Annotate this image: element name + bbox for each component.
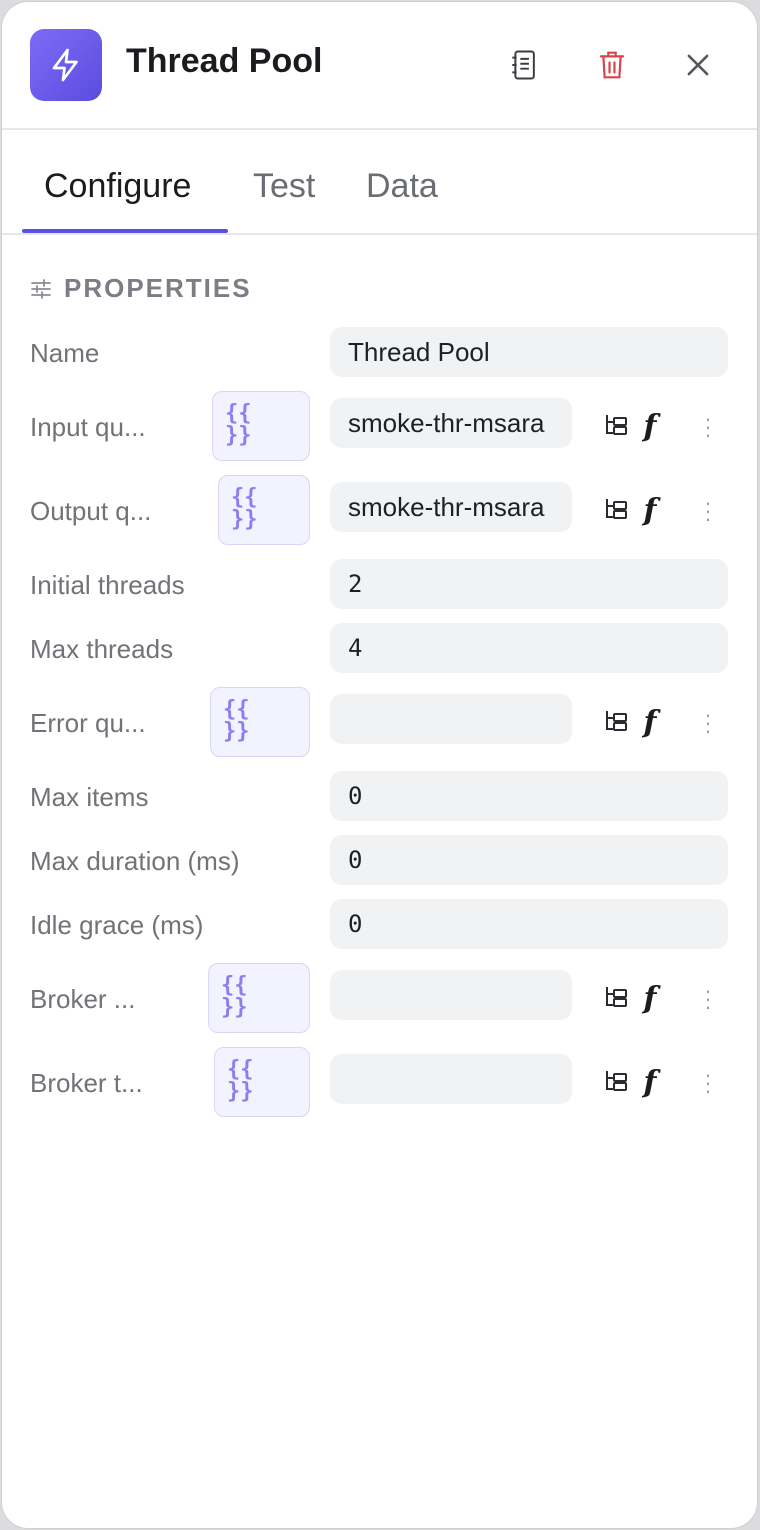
lightning-icon <box>30 29 102 101</box>
name-label: Name <box>30 338 100 368</box>
panel-title: Thread Pool <box>126 42 323 80</box>
notebook-icon <box>512 50 535 80</box>
more-options-icon[interactable]: · · · <box>696 1064 720 1102</box>
tree-select-icon[interactable] <box>602 410 632 440</box>
tab-bar: Configure Test Data <box>2 129 757 235</box>
properties-section-header: PROPERTIES <box>30 273 252 304</box>
error-queue-expression-toggle[interactable]: {{ }} <box>210 687 310 757</box>
tab-configure[interactable]: Configure <box>44 167 191 206</box>
active-tab-indicator <box>22 229 228 233</box>
name-field[interactable]: Thread Pool <box>330 327 728 377</box>
more-options-icon[interactable]: · · · <box>696 408 720 446</box>
error-queue-field[interactable] <box>330 694 572 744</box>
close-icon <box>687 54 709 76</box>
output-queue-label: Output q... <box>30 496 152 526</box>
broker-expression-toggle[interactable]: {{ }} <box>208 963 310 1033</box>
output-queue-field[interactable]: smoke-thr-msara <box>330 482 572 532</box>
max-items-field[interactable]: 0 <box>330 771 728 821</box>
more-options-icon[interactable]: · · · <box>696 980 720 1018</box>
initial-threads-label: Initial threads <box>30 570 185 600</box>
panel-header: Thread Pool <box>2 2 757 130</box>
broker-field[interactable] <box>330 970 572 1020</box>
section-title: PROPERTIES <box>64 273 252 303</box>
error-queue-label: Error qu... <box>30 708 146 738</box>
function-icon[interactable]: f <box>636 408 664 444</box>
input-queue-field[interactable]: smoke-thr-msara <box>330 398 572 448</box>
tab-test[interactable]: Test <box>253 167 315 206</box>
broker-t-field[interactable] <box>330 1054 572 1104</box>
max-duration-field[interactable]: 0 <box>330 835 728 885</box>
max-items-label: Max items <box>30 782 149 812</box>
more-options-icon[interactable]: · · · <box>696 704 720 742</box>
tree-select-icon[interactable] <box>602 982 632 1012</box>
max-threads-field[interactable]: 4 <box>330 623 728 673</box>
idle-grace-label: Idle grace (ms) <box>30 910 204 940</box>
function-icon[interactable]: f <box>636 980 664 1016</box>
max-threads-label: Max threads <box>30 634 174 664</box>
function-icon[interactable]: f <box>636 1064 664 1100</box>
more-options-icon[interactable]: · · · <box>696 492 720 530</box>
delete-button[interactable] <box>592 45 632 85</box>
broker-t-expression-toggle[interactable]: {{ }} <box>214 1047 310 1117</box>
output-queue-expression-toggle[interactable]: {{ }} <box>218 475 310 545</box>
initial-threads-field[interactable]: 2 <box>330 559 728 609</box>
function-icon[interactable]: f <box>636 704 664 740</box>
close-button[interactable] <box>678 45 718 85</box>
tree-select-icon[interactable] <box>602 494 632 524</box>
notes-button[interactable] <box>504 45 544 85</box>
trash-icon <box>599 51 625 79</box>
input-queue-expression-toggle[interactable]: {{ }} <box>212 391 310 461</box>
input-queue-label: Input qu... <box>30 412 146 442</box>
max-duration-label: Max duration (ms) <box>30 846 240 876</box>
function-icon[interactable]: f <box>636 492 664 528</box>
tab-data[interactable]: Data <box>366 167 438 206</box>
broker-label: Broker ... <box>30 984 136 1014</box>
broker-t-label: Broker t... <box>30 1068 143 1098</box>
tree-select-icon[interactable] <box>602 706 632 736</box>
idle-grace-field[interactable]: 0 <box>330 899 728 949</box>
tree-select-icon[interactable] <box>602 1066 632 1096</box>
sliders-icon <box>31 278 51 299</box>
properties-panel: Thread Pool Configure Test Data PROPERTI… <box>2 2 757 1528</box>
